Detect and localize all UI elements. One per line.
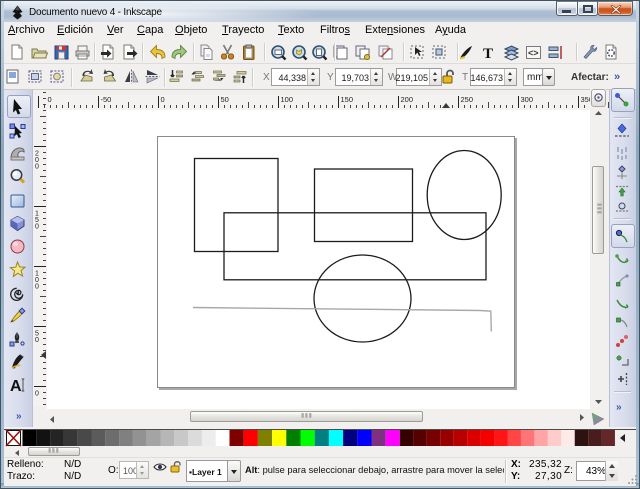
svg-text:0: 0 — [35, 337, 39, 344]
svg-text:50: 50 — [221, 95, 229, 104]
svg-text:-50: -50 — [101, 95, 112, 104]
svg-text:200: 200 — [401, 95, 414, 104]
svg-text:150: 150 — [341, 95, 354, 104]
svg-text:100: 100 — [281, 95, 294, 104]
svg-text:0: 0 — [48, 95, 52, 104]
svg-text:0: 0 — [35, 391, 39, 398]
svg-text:0: 0 — [161, 95, 165, 104]
svg-text:300: 300 — [521, 95, 534, 104]
svg-text:A: A — [10, 378, 22, 395]
svg-text:<>: <> — [528, 48, 539, 58]
svg-text:0: 0 — [35, 284, 39, 291]
svg-text:0: 0 — [35, 224, 39, 231]
svg-text:0: 0 — [35, 164, 39, 171]
svg-text:T: T — [483, 46, 493, 62]
svg-text:250: 250 — [461, 95, 474, 104]
